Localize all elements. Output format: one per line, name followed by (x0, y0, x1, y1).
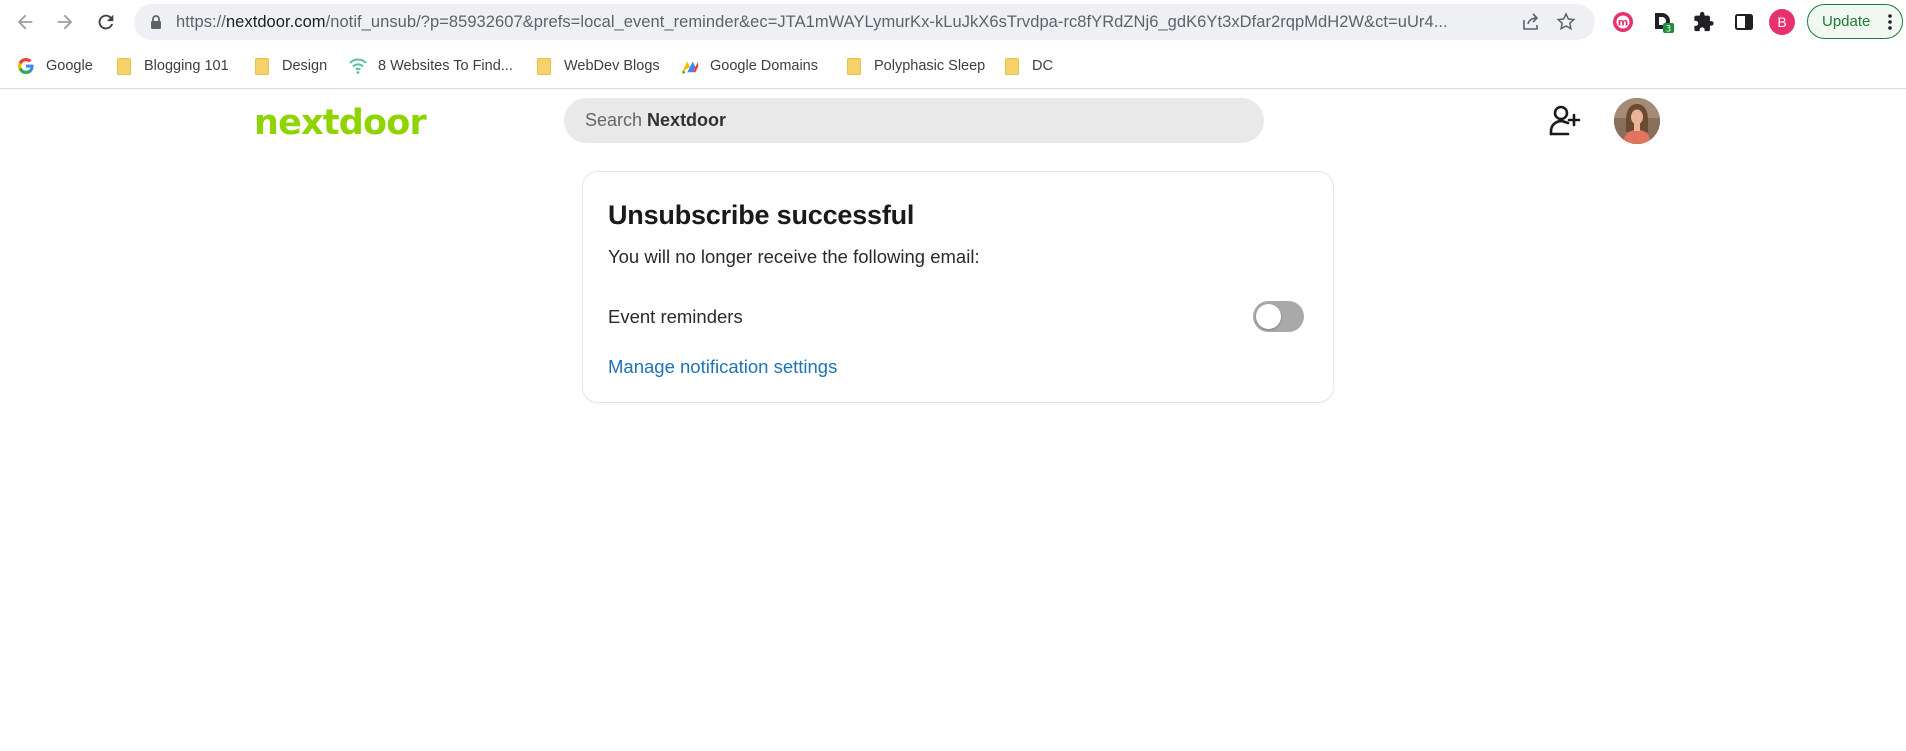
address-bar[interactable]: https://nextdoor.com/notif_unsub/?p=8593… (134, 4, 1595, 40)
bookmark-label: Google Domains (710, 58, 818, 74)
wifi-icon (349, 57, 367, 75)
bookmark-label: Google (46, 58, 93, 74)
toggle-knob (1256, 304, 1281, 329)
puzzle-icon[interactable] (1692, 10, 1716, 34)
search-placeholder-brand: Nextdoor (647, 110, 727, 130)
extension-d-icon[interactable]: 3 (1651, 10, 1675, 34)
extension-m-icon[interactable]: m (1611, 10, 1635, 34)
bookmark-google-domains[interactable]: Google Domains (681, 54, 818, 78)
folder-icon (115, 57, 133, 75)
folder-icon (253, 57, 271, 75)
kebab-menu-icon[interactable] (1888, 13, 1892, 31)
user-avatar[interactable] (1614, 98, 1660, 144)
bookmark-label: Polyphasic Sleep (874, 58, 986, 74)
browser-toolbar: https://nextdoor.com/notif_unsub/?p=8593… (0, 0, 1906, 44)
folder-icon (1003, 57, 1021, 75)
star-icon[interactable] (1556, 12, 1576, 32)
bookmark-google[interactable]: Google (17, 54, 93, 78)
bookmark-dc[interactable]: DC (1003, 54, 1053, 78)
arrow-right-icon (57, 14, 73, 30)
google-icon (17, 57, 35, 75)
folder-icon (535, 57, 553, 75)
reload-button[interactable] (90, 6, 122, 38)
profile-initial: B (1777, 14, 1787, 30)
url-text: https://nextdoor.com/notif_unsub/?p=8593… (176, 4, 1516, 40)
invite-neighbor-icon[interactable] (1546, 103, 1582, 139)
toolbar-divider (0, 88, 1906, 89)
bookmark-blogging-101[interactable]: Blogging 101 (115, 54, 229, 78)
google-domains-icon (681, 57, 699, 75)
svg-text:m: m (1618, 18, 1628, 29)
forward-button[interactable] (49, 6, 81, 38)
event-reminders-label: Event reminders (608, 306, 743, 327)
unsubscribe-card: Unsubscribe successful You will no longe… (582, 171, 1334, 403)
event-reminders-toggle[interactable] (1253, 301, 1304, 332)
bookmark-label: Design (282, 58, 328, 74)
bookmark-label: 8 Websites To Find... (378, 58, 513, 74)
share-icon[interactable] (1521, 12, 1541, 32)
bookmark-label: Blogging 101 (144, 58, 229, 74)
search-input[interactable]: Search Nextdoor (564, 98, 1264, 143)
url-path: /notif_unsub/?p=85932607&prefs=local_eve… (325, 13, 1448, 31)
lock-icon (151, 15, 161, 29)
bookmark-webdev-blogs[interactable]: WebDev Blogs (535, 54, 660, 78)
search-placeholder: Search (585, 110, 643, 130)
profile-avatar-button[interactable]: B (1769, 9, 1795, 35)
arrow-left-icon (17, 14, 33, 30)
update-label: Update (1822, 13, 1871, 30)
bookmark-design[interactable]: Design (253, 54, 327, 78)
url-host: nextdoor.com (225, 13, 326, 31)
manage-notification-settings-link[interactable]: Manage notification settings (608, 356, 837, 378)
extension-badge: 3 (1666, 25, 1671, 35)
url-scheme: https:// (176, 13, 226, 31)
reload-icon (98, 14, 114, 30)
card-subtitle: You will no longer receive the following… (608, 246, 980, 267)
bookmarks-bar: Google Blogging 101 Design 8 Websites To… (0, 50, 1906, 82)
bookmark-8-websites[interactable]: 8 Websites To Find... (349, 54, 513, 78)
folder-icon (845, 57, 863, 75)
bookmark-label: WebDev Blogs (564, 58, 660, 74)
nextdoor-logo[interactable]: nextdoor (254, 104, 427, 142)
bookmark-label: DC (1032, 58, 1053, 74)
side-panel-icon[interactable] (1732, 10, 1756, 34)
back-button[interactable] (9, 6, 41, 38)
card-title: Unsubscribe successful (608, 200, 915, 230)
update-button[interactable]: Update (1807, 4, 1903, 39)
bookmark-polyphasic-sleep[interactable]: Polyphasic Sleep (845, 54, 985, 78)
